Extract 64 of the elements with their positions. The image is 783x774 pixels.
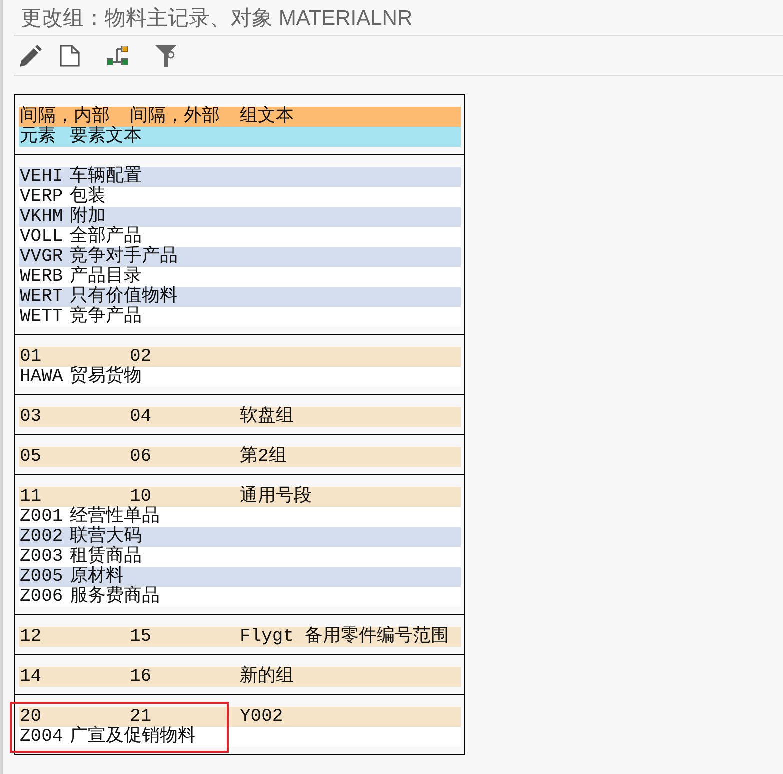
element-code: HAWA (20, 367, 64, 387)
element-text: 产品目录 (70, 267, 142, 287)
interval-internal: 01 (20, 347, 42, 367)
hierarchy-button[interactable] (107, 46, 128, 65)
element-text: 租赁商品 (70, 547, 142, 567)
group-text: 软盘组 (240, 407, 294, 427)
interval-internal: 20 (20, 707, 42, 727)
interval-internal: 14 (20, 667, 42, 687)
filter-button[interactable] (155, 44, 177, 66)
interval-internal: 11 (20, 487, 42, 507)
element-text: 广宣及促销物料 (70, 727, 196, 747)
element-code: WETT (20, 307, 64, 327)
element-code: Z006 (20, 587, 64, 607)
element-code: Z001 (20, 507, 64, 527)
legend-label: 间隔，外部 (130, 107, 220, 127)
legend-label: 组文本 (240, 107, 294, 127)
new-document-button[interactable] (60, 44, 80, 66)
element-text: 联营大码 (70, 527, 142, 547)
element-code: WERB (20, 267, 64, 287)
element-text: 全部产品 (70, 227, 142, 247)
element-text: 竞争产品 (70, 307, 142, 327)
element-code: Z005 (20, 567, 64, 587)
edit-button[interactable] (20, 44, 42, 66)
element-code: VERP (20, 187, 64, 207)
element-code: Z003 (20, 547, 64, 567)
hierarchy-icon (107, 46, 128, 65)
document-icon (60, 44, 80, 66)
element-code: Z002 (20, 527, 64, 547)
pencil-icon (20, 44, 42, 66)
group-text: 通用号段 (240, 487, 312, 507)
group-text: Y002 (240, 707, 284, 727)
interval-external: 04 (130, 407, 152, 427)
filter-icon (155, 44, 177, 66)
element-code: Z004 (20, 727, 64, 747)
window-title: 更改组：物料主记录、对象 MATERIALNR (21, 6, 413, 32)
element-text: 经营性单品 (70, 507, 160, 527)
element-text: 贸易货物 (70, 367, 142, 387)
interval-external: 15 (130, 627, 152, 647)
legend-label: 元素 (20, 127, 56, 147)
interval-external: 10 (130, 487, 152, 507)
interval-external: 21 (130, 707, 152, 727)
element-code: VEHI (20, 167, 64, 187)
group-text: 新的组 (240, 667, 294, 687)
legend-label: 要素文本 (70, 127, 142, 147)
interval-internal: 12 (20, 627, 42, 647)
legend-label: 间隔，内部 (20, 107, 110, 127)
element-code: WERT (20, 287, 64, 307)
element-code: VVGR (20, 247, 64, 267)
interval-internal: 05 (20, 447, 42, 467)
interval-internal: 03 (20, 407, 42, 427)
element-text: 只有价值物料 (70, 287, 178, 307)
element-text: 竞争对手产品 (70, 247, 178, 267)
interval-external: 16 (130, 667, 152, 687)
element-code: VOLL (20, 227, 64, 247)
element-text: 车辆配置 (70, 167, 142, 187)
element-code: VKHM (20, 207, 64, 227)
element-text: 原材料 (70, 567, 124, 587)
group-text: 第2组 (240, 447, 287, 467)
element-text: 服务费商品 (70, 587, 160, 607)
interval-external: 02 (130, 347, 152, 367)
element-text: 包装 (70, 187, 106, 207)
element-text: 附加 (70, 207, 106, 227)
group-text: Flygt 备用零件编号范围 (240, 627, 449, 647)
interval-external: 06 (130, 447, 152, 467)
